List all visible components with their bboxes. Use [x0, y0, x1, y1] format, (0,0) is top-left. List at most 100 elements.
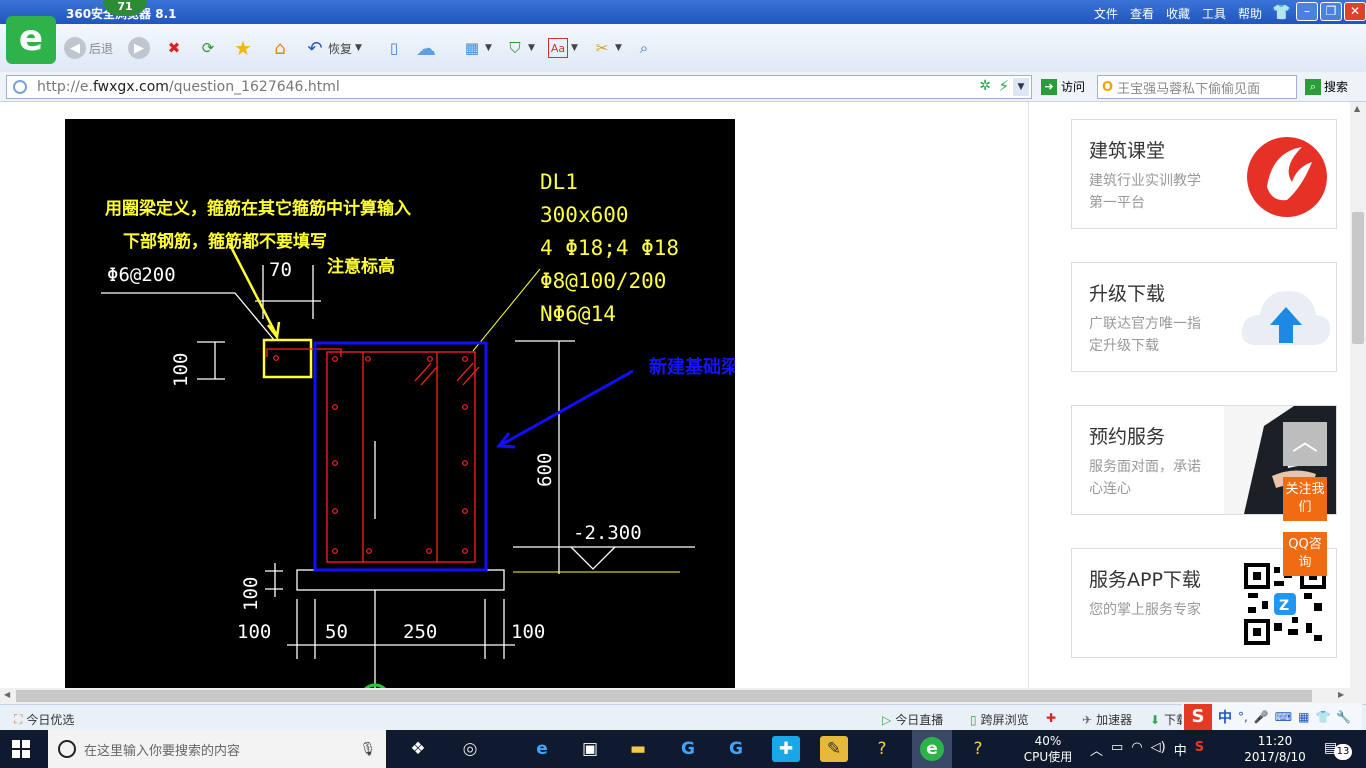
menu-view[interactable]: 查看 — [1130, 5, 1154, 22]
ime-chinese-mode[interactable]: 中 — [1218, 707, 1232, 727]
menu-tools[interactable]: 工具 — [1202, 5, 1226, 22]
edge-browser-icon[interactable]: e — [528, 736, 556, 762]
highlight-box — [262, 338, 313, 379]
main-rebar-text: 4 Φ18;4 Φ18 — [540, 236, 679, 260]
back-button[interactable]: ◀ 后退 — [64, 36, 113, 60]
tray-ime-mode[interactable]: 中 — [1174, 740, 1187, 759]
close-window-button[interactable]: ✕ — [1344, 2, 1366, 21]
rebar-dot — [366, 548, 372, 554]
windows-start-icon[interactable] — [12, 740, 30, 758]
vertical-scrollbar[interactable]: ▲ — [1350, 102, 1366, 688]
rebar-dot — [426, 548, 432, 554]
volume-icon[interactable]: ◁) — [1151, 740, 1166, 759]
play-icon: ▷ — [882, 712, 892, 727]
rebar-dot — [332, 548, 338, 554]
search-engine-icon: O — [1102, 79, 1114, 95]
sogou-tray-icon[interactable]: S — [1195, 740, 1204, 759]
wrench-icon[interactable]: 🔧 — [1336, 710, 1351, 724]
card-title: 升级下载 — [1089, 283, 1166, 305]
chevron-up-icon[interactable]: ︿ — [1090, 740, 1103, 759]
search-input[interactable]: O 王宝强马蓉私下偷偷见面 — [1097, 75, 1297, 99]
scroll-up-icon[interactable]: ▲ — [1354, 104, 1360, 113]
microphone-icon[interactable]: 🎤 — [1254, 710, 1269, 724]
today-live-button[interactable]: ▷ 今日直播 — [882, 711, 943, 728]
search-button[interactable]: ⌕ 搜索 — [1305, 78, 1348, 95]
plus-app-icon[interactable]: ✚ — [772, 736, 800, 762]
card-upgrade-download[interactable]: 升级下载 广联达官方唯一指定升级下载 — [1071, 262, 1337, 372]
menu-favorites[interactable]: 收藏 — [1166, 5, 1190, 22]
card-building-classroom[interactable]: 建筑课堂 建筑行业实训教学第一平台 — [1071, 119, 1337, 229]
rebar-dot — [332, 508, 338, 514]
cross-screen-button[interactable]: ▯ 跨屏浏览 — [970, 711, 1029, 728]
status-bar: ⛶ 今日优选 ▷ 今日直播 ▯ 跨屏浏览 ✚ ✈ 加速器 ⬇ 下载 S 中 °,… — [0, 703, 1366, 731]
qq-consult-button[interactable]: QQ咨询 — [1283, 532, 1327, 576]
restore-button[interactable]: ↶ 恢复 ▼ — [305, 36, 361, 60]
grid-icon[interactable]: ▦ — [1298, 710, 1309, 724]
help-app-2-icon[interactable]: ? — [964, 736, 992, 762]
microphone-icon[interactable]: 🎙 — [359, 742, 376, 757]
stop-button[interactable]: ✖ — [164, 36, 184, 60]
dim-70-text: 70 — [269, 259, 292, 281]
glodon-app-2-icon[interactable]: G — [722, 736, 750, 762]
zoom-button[interactable]: ⌕ — [634, 36, 654, 60]
help-app-icon[interactable]: ? — [868, 736, 896, 762]
horizontal-scrollbar[interactable]: ◀ ▶ — [0, 688, 1366, 704]
battery-icon[interactable]: ▭ — [1111, 740, 1123, 759]
security-button[interactable]: ⛉ ▼ — [505, 36, 535, 60]
browser-360-taskbar-icon[interactable]: e — [912, 730, 952, 768]
flame-logo-icon — [1247, 137, 1327, 217]
visit-button[interactable]: ➜ 访问 — [1041, 78, 1085, 95]
translate-button[interactable]: Aa ▼ — [548, 36, 578, 60]
cpu-monitor[interactable]: 40% CPU使用 — [1022, 733, 1074, 765]
menu-file[interactable]: 文件 — [1094, 5, 1118, 22]
address-bar[interactable]: http://e.fwxgx.com/question_1627646.html… — [6, 75, 1032, 99]
sogou-ime-icon[interactable]: S — [1184, 704, 1212, 730]
glodon-app-icon[interactable]: G — [674, 736, 702, 762]
today-picks-button[interactable]: ⛶ 今日优选 — [14, 711, 74, 728]
file-explorer-icon[interactable]: ▬ — [624, 736, 652, 762]
vertical-scroll-thumb[interactable] — [1352, 212, 1364, 344]
translate-icon: Aa — [548, 38, 568, 58]
medical-icon-button[interactable]: ✚ — [1046, 711, 1056, 725]
app-swirl-icon[interactable]: ◎ — [456, 736, 484, 762]
menu-help[interactable]: 帮助 — [1238, 5, 1262, 22]
clock[interactable]: 11:20 2017/8/10 — [1238, 733, 1312, 765]
skin-icon[interactable]: 👕 — [1272, 3, 1291, 21]
refresh-button[interactable]: ⟳ — [198, 36, 218, 60]
restore-window-button[interactable]: ❐ — [1320, 2, 1342, 21]
horizontal-scroll-thumb[interactable] — [16, 690, 1312, 702]
search-input-text: 王宝强马蓉私下偷偷见面 — [1117, 81, 1261, 97]
url-dropdown-chevron-icon[interactable]: ▼ — [1013, 78, 1029, 96]
scroll-right-icon[interactable]: ▶ — [1338, 690, 1344, 699]
leader-line-spec — [101, 292, 276, 342]
follow-us-button[interactable]: 关注我们 — [1283, 477, 1327, 521]
cloud-button[interactable]: ☁ — [416, 36, 436, 60]
rebar-dot — [332, 460, 338, 466]
task-view-icon[interactable]: ❖ — [404, 736, 432, 762]
favorites-button[interactable]: ★ — [233, 36, 253, 60]
skin-icon[interactable]: 👕 — [1315, 710, 1330, 724]
stirrup-hook — [414, 362, 432, 382]
taskbar-search-input[interactable]: 在这里输入你要搜索的内容 🎙 — [48, 730, 386, 768]
punctuation-icon[interactable]: °, — [1238, 710, 1248, 724]
notes-app-icon[interactable]: ✎ — [820, 736, 848, 762]
wifi-icon[interactable]: ◠ — [1131, 740, 1142, 759]
home-button[interactable]: ⌂ — [270, 36, 290, 60]
store-icon[interactable]: ▣ — [576, 736, 604, 762]
minimize-button[interactable]: – — [1296, 2, 1318, 21]
accelerator-button[interactable]: ✈ 加速器 — [1082, 711, 1132, 728]
browser-logo-icon[interactable]: e — [6, 16, 56, 64]
keyboard-icon[interactable]: ⌨ — [1275, 710, 1292, 724]
screenshot-button[interactable]: ✂ ▼ — [592, 36, 622, 60]
scroll-left-icon[interactable]: ◀ — [4, 690, 10, 699]
url-text: http://e.fwxgx.com/question_1627646.html — [37, 79, 340, 95]
undo-icon: ↶ — [307, 37, 323, 59]
dim-100-top-text: 100 — [170, 353, 192, 387]
mobile-button[interactable]: ▯ — [384, 36, 404, 60]
forward-button[interactable]: ▶ — [128, 36, 150, 60]
lightning-icon[interactable]: ⚡ — [998, 77, 1009, 95]
apps-button[interactable]: ▦ ▼ — [462, 36, 492, 60]
back-to-top-button[interactable]: ︿ — [1283, 422, 1327, 466]
action-center-button[interactable]: ▤ 13 — [1322, 738, 1352, 760]
rebar-dot — [462, 508, 468, 514]
